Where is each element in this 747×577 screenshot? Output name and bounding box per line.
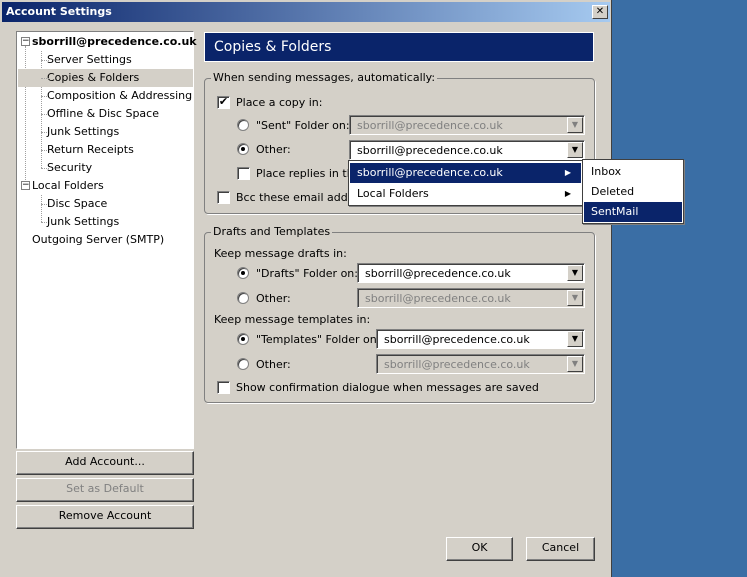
chevron-down-icon: ▼ — [567, 142, 583, 158]
tree-item-account[interactable]: sborrill@precedence.co.uk — [32, 33, 197, 51]
tree-connector — [41, 78, 49, 79]
panel-title: Copies & Folders — [204, 32, 594, 62]
account-tree[interactable]: − sborrill@precedence.co.uk Server Setti… — [16, 31, 197, 449]
other-folder-radio[interactable] — [237, 143, 249, 155]
templates-other-radio[interactable] — [237, 358, 249, 370]
drafts-other-radio[interactable] — [237, 292, 249, 304]
place-replies-checkbox[interactable] — [237, 167, 250, 180]
show-confirmation-checkbox[interactable] — [217, 381, 230, 394]
tree-item-local-folders[interactable]: Local Folders — [32, 177, 104, 195]
drafts-folder-label: "Drafts" Folder on: — [256, 267, 358, 280]
folder-submenu: Inbox Deleted SentMail — [582, 159, 684, 224]
templates-folder-select[interactable]: sborrill@precedence.co.uk ▼ — [376, 329, 585, 349]
cancel-button[interactable]: Cancel — [526, 537, 595, 561]
submenu-item-sentmail[interactable]: SentMail — [584, 202, 682, 222]
tree-item-server-settings[interactable]: Server Settings — [47, 51, 132, 69]
menu-item-account-label: sborrill@precedence.co.uk — [357, 166, 503, 179]
collapse-icon[interactable]: − — [21, 37, 30, 46]
place-replies-label: Place replies in the — [256, 167, 361, 180]
menu-item-local-folders[interactable]: Local Folders ▶ — [350, 184, 581, 204]
other-folder-select[interactable]: sborrill@precedence.co.uk ▼ — [349, 140, 585, 160]
drafts-legend: Drafts and Templates — [211, 225, 333, 238]
collapse-icon[interactable]: − — [21, 181, 30, 190]
other-folder-value: sborrill@precedence.co.uk — [357, 144, 503, 157]
chevron-down-icon: ▼ — [567, 117, 583, 133]
chevron-down-icon: ▼ — [567, 331, 583, 347]
tree-item-composition[interactable]: Composition & Addressing — [47, 87, 192, 105]
account-settings-window: Account Settings ✕ − sborrill@precedence… — [0, 0, 612, 577]
bcc-label: Bcc these email addres — [236, 191, 365, 204]
keep-drafts-label: Keep message drafts in: — [214, 247, 347, 260]
menu-item-local-folders-label: Local Folders — [357, 187, 429, 200]
chevron-down-icon: ▼ — [567, 290, 583, 306]
menu-item-account[interactable]: sborrill@precedence.co.uk ▶ — [350, 163, 581, 183]
set-default-button[interactable]: Set as Default — [16, 478, 194, 502]
submenu-item-inbox[interactable]: Inbox — [584, 162, 682, 182]
window-title: Account Settings — [6, 5, 112, 18]
chevron-down-icon: ▼ — [567, 356, 583, 372]
sent-folder-value: sborrill@precedence.co.uk — [357, 119, 503, 132]
drafts-folder-value: sborrill@precedence.co.uk — [365, 267, 511, 280]
templates-folder-value: sborrill@precedence.co.uk — [384, 333, 530, 346]
show-confirmation-label: Show confirmation dialogue when messages… — [236, 381, 539, 394]
title-bar: Account Settings — [2, 2, 610, 22]
templates-other-label: Other: — [256, 358, 291, 371]
close-button[interactable]: ✕ — [592, 5, 608, 19]
folder-popup-menu: sborrill@precedence.co.uk ▶ Local Folder… — [348, 160, 583, 206]
close-icon: ✕ — [595, 6, 605, 17]
submenu-arrow-icon: ▶ — [564, 189, 571, 198]
ok-button[interactable]: OK — [446, 537, 513, 561]
sent-folder-radio[interactable] — [237, 119, 249, 131]
remove-account-button[interactable]: Remove Account — [16, 505, 194, 529]
sent-folder-select[interactable]: sborrill@precedence.co.uk ▼ — [349, 115, 585, 135]
add-account-button[interactable]: Add Account... — [16, 451, 194, 475]
sending-legend: When sending messages, automatically: — [211, 71, 438, 84]
tree-item-security[interactable]: Security — [47, 159, 92, 177]
sent-folder-label: "Sent" Folder on: — [256, 119, 350, 132]
tree-item-return-receipts[interactable]: Return Receipts — [47, 141, 134, 159]
chevron-down-icon: ▼ — [567, 265, 583, 281]
bcc-checkbox[interactable] — [217, 191, 230, 204]
submenu-arrow-icon: ▶ — [564, 168, 571, 177]
place-copy-label: Place a copy in: — [236, 96, 323, 109]
tree-item-offline[interactable]: Offline & Disc Space — [47, 105, 159, 123]
templates-other-select[interactable]: sborrill@precedence.co.uk ▼ — [376, 354, 585, 374]
tree-item-junk[interactable]: Junk Settings — [47, 123, 119, 141]
templates-folder-radio[interactable] — [237, 333, 249, 345]
keep-templates-label: Keep message templates in: — [214, 313, 371, 326]
drafts-folder-radio[interactable] — [237, 267, 249, 279]
templates-folder-label: "Templates" Folder on: — [256, 333, 381, 346]
other-folder-label: Other: — [256, 143, 291, 156]
tree-item-disc-space[interactable]: Disc Space — [47, 195, 107, 213]
drafts-other-select[interactable]: sborrill@precedence.co.uk ▼ — [357, 288, 585, 308]
templates-other-value: sborrill@precedence.co.uk — [384, 358, 530, 371]
tree-item-local-junk[interactable]: Junk Settings — [47, 213, 119, 231]
drafts-other-value: sborrill@precedence.co.uk — [365, 292, 511, 305]
drafts-other-label: Other: — [256, 292, 291, 305]
tree-connector — [41, 195, 42, 222]
tree-item-outgoing-server[interactable]: Outgoing Server (SMTP) — [32, 231, 164, 249]
place-copy-checkbox[interactable]: ✔ — [217, 96, 230, 109]
tree-connector — [25, 46, 26, 190]
drafts-folder-select[interactable]: sborrill@precedence.co.uk ▼ — [357, 263, 585, 283]
submenu-item-deleted[interactable]: Deleted — [584, 182, 682, 202]
